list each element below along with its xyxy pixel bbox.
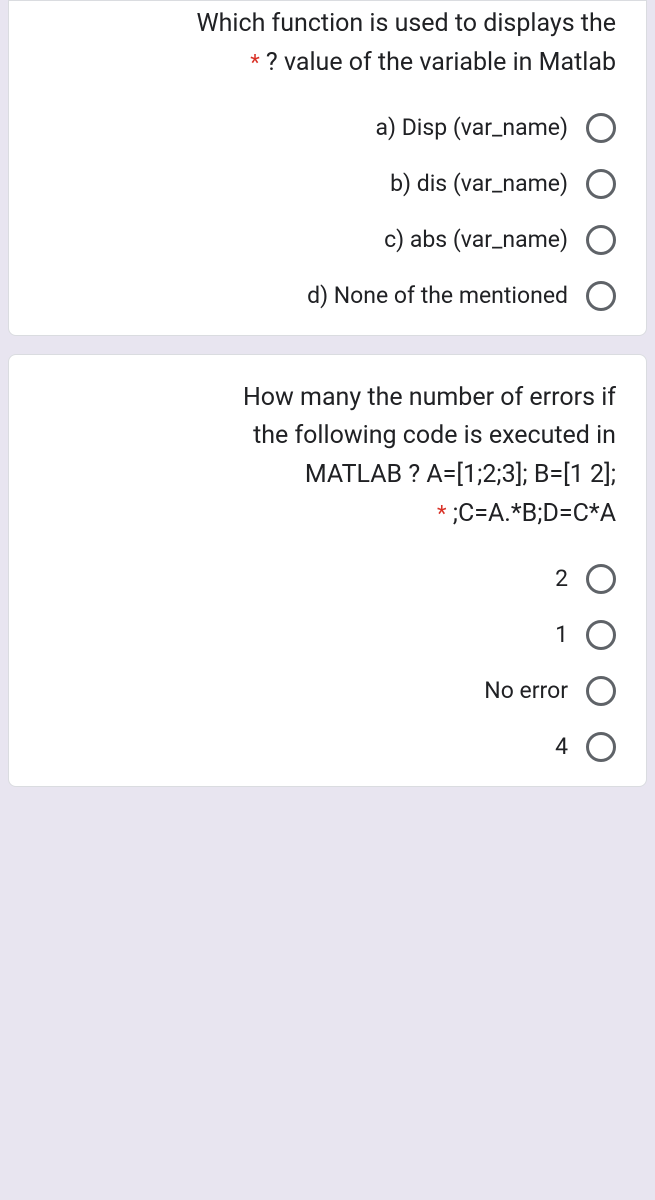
question-line: MATLAB ? A=[1;2;3]; B=[1 2]; <box>39 456 616 495</box>
option-row[interactable]: 1 <box>39 620 616 650</box>
option-label: a) Disp (var_name) <box>375 114 568 141</box>
question-text-part: How many the number of errors if <box>243 383 616 412</box>
question-line: Which function is used to displays the <box>39 5 616 44</box>
option-row[interactable]: c) abs (var_name) <box>39 225 616 255</box>
option-label: 1 <box>555 621 568 648</box>
question-line: How many the number of errors if <box>39 379 616 418</box>
options-list: a) Disp (var_name) b) dis (var_name) c) … <box>39 113 616 311</box>
radio-icon[interactable] <box>586 113 616 143</box>
radio-icon[interactable] <box>586 620 616 650</box>
options-list: 2 1 No error 4 <box>39 564 616 762</box>
option-label: No error <box>484 677 568 704</box>
question-text-part: MATLAB ? A=[1;2;3]; B=[1 2]; <box>305 460 616 489</box>
option-row[interactable]: No error <box>39 676 616 706</box>
question-line: * ;C=A.*B;D=C*A <box>39 495 616 534</box>
question-card-2: How many the number of errors if the fol… <box>8 354 647 787</box>
radio-icon[interactable] <box>586 732 616 762</box>
question-text-part: Which function is used to displays the <box>196 9 616 38</box>
option-label: d) None of the mentioned <box>307 282 568 309</box>
option-row[interactable]: 2 <box>39 564 616 594</box>
radio-icon[interactable] <box>586 281 616 311</box>
option-label: c) abs (var_name) <box>384 226 568 253</box>
radio-icon[interactable] <box>586 676 616 706</box>
question-line: * ? value of the variable in Matlab <box>39 44 616 83</box>
question-line: the following code is executed in <box>39 417 616 456</box>
question-text-block: How many the number of errors if the fol… <box>39 379 616 534</box>
radio-icon[interactable] <box>586 564 616 594</box>
option-row[interactable]: b) dis (var_name) <box>39 169 616 199</box>
option-row[interactable]: a) Disp (var_name) <box>39 113 616 143</box>
option-label: 4 <box>555 733 568 760</box>
radio-icon[interactable] <box>586 169 616 199</box>
option-row[interactable]: 4 <box>39 732 616 762</box>
question-card-1: Which function is used to displays the *… <box>8 0 647 336</box>
required-star: * <box>437 502 446 527</box>
option-label: 2 <box>555 565 568 592</box>
question-text-block: Which function is used to displays the *… <box>39 5 616 83</box>
option-row[interactable]: d) None of the mentioned <box>39 281 616 311</box>
required-star: * <box>250 51 259 76</box>
radio-icon[interactable] <box>586 225 616 255</box>
question-text-part: ;C=A.*B;D=C*A <box>453 499 616 528</box>
question-text-part: ? value of the variable in Matlab <box>266 48 616 77</box>
option-label: b) dis (var_name) <box>390 170 568 197</box>
question-text-part: the following code is executed in <box>253 421 616 450</box>
